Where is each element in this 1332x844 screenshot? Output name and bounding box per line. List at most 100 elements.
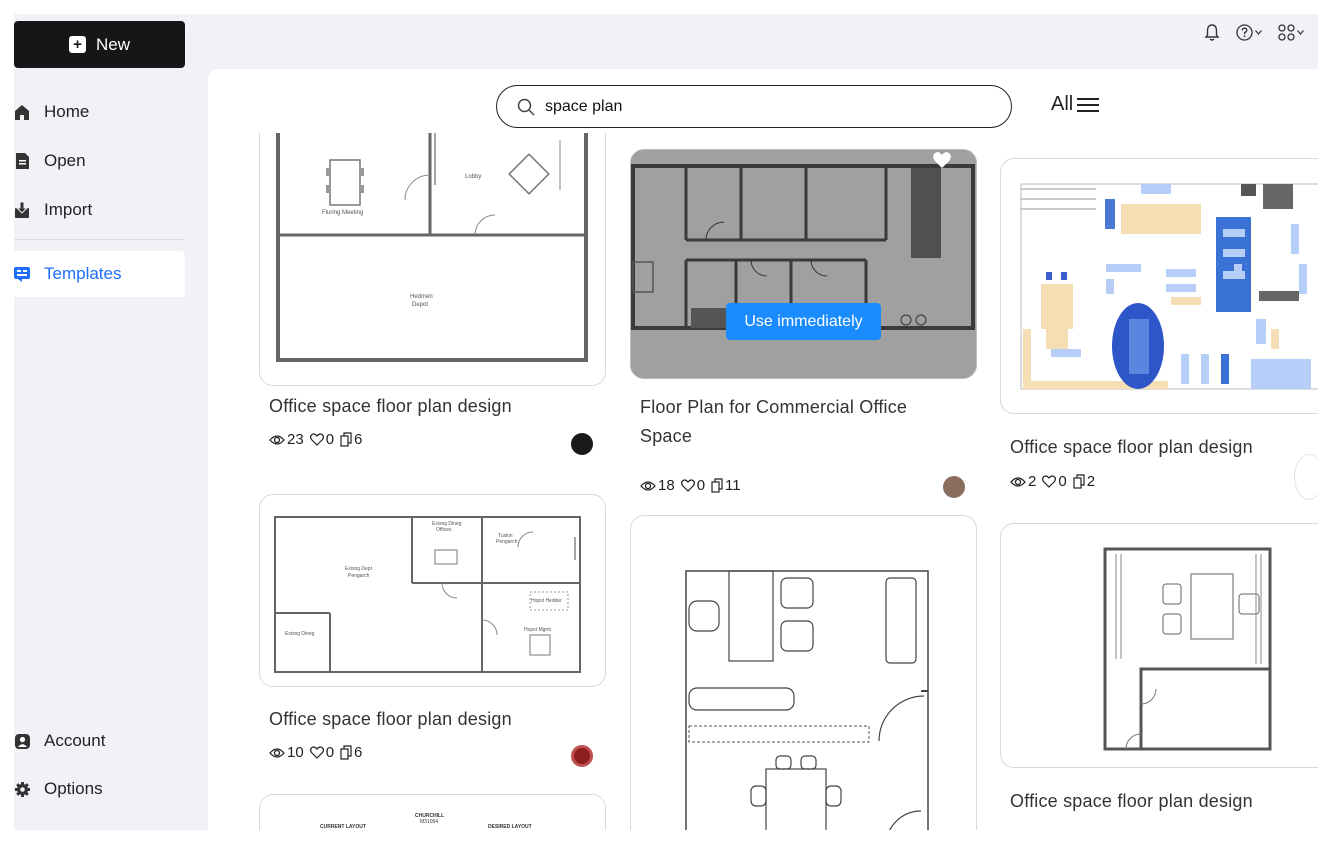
template-thumbnail[interactable]: Use immediately [630,149,977,379]
template-stats: 2 0 2 [1010,473,1095,490]
plan-subtitle: M31054 [420,819,438,825]
views-count: 23 [287,431,304,448]
template-title: Office space floor plan design [269,709,512,729]
template-title: Office space floor plan design [269,396,512,416]
document-icon [14,153,30,169]
filter-label: All [1051,93,1074,115]
template-card[interactable]: Office space floor plan design 2 0 2 [1000,158,1318,503]
room-label: Exisng Dineg [285,631,315,637]
views-count: 2 [1028,473,1037,490]
template-thumbnail[interactable]: CHURCHILL M31054 CURRENT LAYOUT DESIRED … [259,794,606,830]
room-label: Offices [436,527,452,533]
apps-grid-icon[interactable] [1278,24,1304,41]
like-icon [309,746,324,759]
likes-count: 0 [325,744,335,761]
chevron-down-icon [1255,30,1262,35]
sidebar-item-home[interactable]: Home [14,89,185,135]
views-icon [1010,476,1026,488]
template-card[interactable]: CHURCHILL M31054 CURRENT LAYOUT DESIRED … [259,794,606,830]
template-stats: 23 0 6 [269,431,362,448]
likes-count: 0 [325,431,335,448]
plan-left-label: CURRENT LAYOUT [320,824,366,830]
new-button-label: New [95,34,130,54]
copy-icon [340,745,352,760]
sidebar-item-open[interactable]: Open [14,138,185,184]
views-count: 18 [658,477,675,494]
views-icon [269,434,285,446]
sidebar-item-label: Templates [44,264,122,283]
import-icon [14,202,30,218]
copies-count: 6 [354,431,363,448]
carousel-scroll-button[interactable] [1294,454,1318,500]
room-label: Fluring Meeting [322,210,363,216]
template-card[interactable]: Office space floor plan design [1000,523,1318,830]
chevron-down-icon [1297,30,1304,35]
template-card[interactable]: Use immediately Floor Plan for Commercia… [630,149,977,498]
likes-count: 0 [696,477,706,494]
home-icon [14,104,30,120]
author-avatar[interactable] [571,745,593,767]
sidebar-item-templates[interactable]: Templates [14,251,185,297]
template-thumbnail[interactable] [1000,523,1318,768]
room-label: Pengarch [348,573,370,579]
room-label: Depot [412,302,428,308]
views-icon [269,747,285,759]
sidebar-item-options[interactable]: Options [14,766,185,812]
app-window: + New Home Open Import Templates Account [14,14,1318,830]
sidebar-item-label: Home [44,102,90,121]
copies-count: 2 [1086,473,1096,490]
author-avatar[interactable] [943,476,965,498]
sidebar-item-label: Import [44,200,93,219]
use-immediately-button[interactable]: Use immediately [726,303,881,340]
template-card[interactable] [630,515,977,830]
filter-dropdown[interactable]: All [1051,93,1100,116]
plan-right-label: DESIRED LAYOUT [488,824,532,830]
template-thumbnail[interactable]: Exisng Dept Pengarch Exisng Dineg Office… [259,494,606,687]
like-icon [680,479,695,492]
like-icon [309,433,324,446]
templates-panel: Fluring Meeting Lobby Hedmen Depot Offic… [208,69,1318,830]
room-label: Hedmen [410,294,433,300]
template-stats: 18 0 11 [640,477,741,494]
favorite-heart-icon[interactable] [932,150,952,170]
menu-icon [1077,97,1100,112]
sidebar-divider [14,239,185,240]
account-icon [14,733,30,749]
views-icon [640,480,656,492]
room-label: Hopst Mgmt [524,627,552,633]
search-bar[interactable] [496,85,1012,128]
template-thumbnail[interactable] [630,515,977,830]
template-title: Office space floor plan design [1010,437,1253,457]
templates-icon [14,266,30,282]
template-title: Floor Plan for Commercial Office Space [640,397,908,446]
likes-count: 0 [1058,473,1067,490]
top-toolbar [1204,24,1304,41]
copies-count: 6 [354,744,363,761]
room-label: Lobby [465,174,481,180]
plus-icon: + [68,36,86,53]
copy-icon [1073,474,1085,489]
template-thumbnail[interactable] [1000,158,1318,414]
room-label: Exisng Dept [345,566,373,572]
sidebar-item-account[interactable]: Account [14,718,185,764]
author-avatar[interactable] [571,433,593,455]
copy-icon [711,478,723,493]
room-label: Hopst Hedder [531,598,562,604]
gear-icon [14,781,30,797]
notification-bell-icon[interactable] [1204,24,1220,41]
template-stats: 10 0 6 [269,744,362,761]
help-icon[interactable] [1236,24,1262,41]
sidebar-item-import[interactable]: Import [14,187,185,233]
views-count: 10 [287,744,304,761]
search-input[interactable] [545,97,985,116]
copy-icon [340,432,352,447]
sidebar-item-label: Account [44,731,106,750]
sidebar-item-label: Options [44,779,103,798]
template-title: Office space floor plan design [1010,791,1253,811]
new-button[interactable]: + New [14,21,185,68]
template-card[interactable]: Exisng Dept Pengarch Exisng Dineg Office… [259,494,606,794]
room-label: Pengarch [496,539,518,545]
search-icon [517,98,535,116]
sidebar-item-label: Open [44,151,86,170]
copies-count: 11 [725,477,741,494]
